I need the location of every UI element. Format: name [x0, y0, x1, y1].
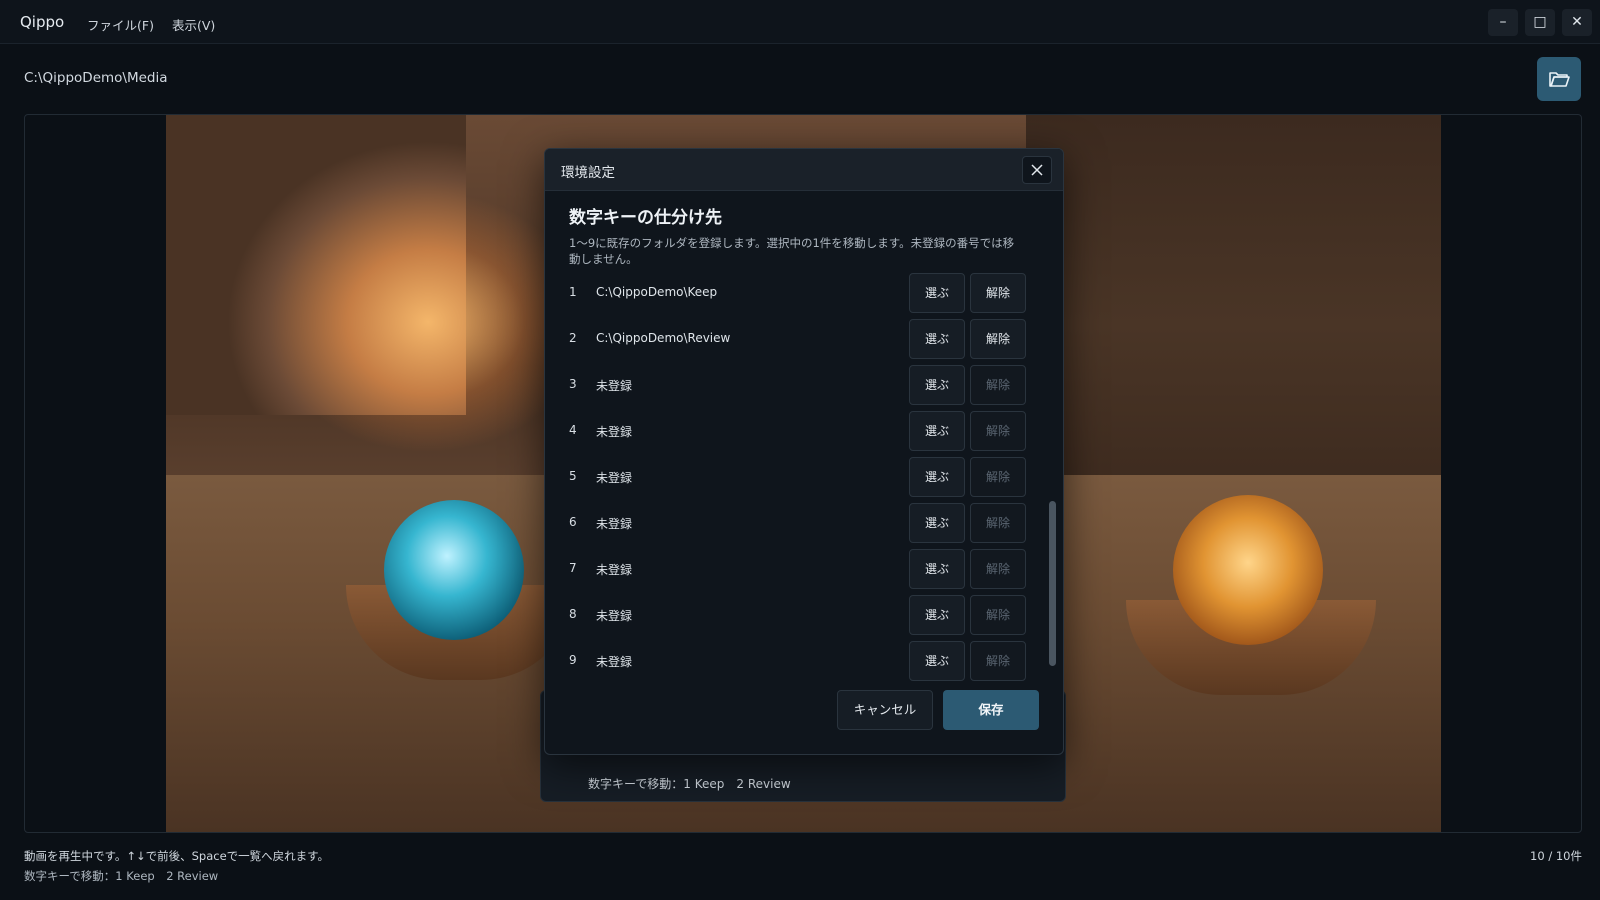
clear-folder-button: 解除	[970, 641, 1026, 681]
scrollbar-thumb[interactable]	[1049, 501, 1056, 666]
menu-view[interactable]: 表示(V)	[172, 15, 215, 34]
slot-row-2: 2 C:\QippoDemo\Review 選ぶ 解除	[569, 319, 1027, 359]
choose-folder-button[interactable]: 選ぶ	[909, 365, 965, 405]
image-marble-orange	[1173, 495, 1323, 645]
clear-folder-button: 解除	[970, 457, 1026, 497]
slot-path: 未登録	[596, 563, 633, 577]
slot-row-1: 1 C:\QippoDemo\Keep 選ぶ 解除	[569, 273, 1027, 313]
dialog-header: 環境設定	[545, 149, 1063, 191]
choose-folder-button[interactable]: 選ぶ	[909, 411, 965, 451]
slot-path: C:\QippoDemo\Review	[596, 331, 731, 345]
slot-number: 3	[569, 377, 577, 391]
open-folder-button[interactable]	[1537, 57, 1581, 101]
player-key-hint: 数字キーで移動：1 Keep 2 Review	[588, 777, 791, 791]
image-window-light	[166, 115, 466, 415]
slot-path: 未登録	[596, 379, 633, 393]
slot-number: 2	[569, 331, 577, 345]
slot-row-5: 5 未登録 選ぶ 解除	[569, 457, 1027, 497]
save-button[interactable]: 保存	[943, 690, 1039, 730]
maximize-button[interactable]: □	[1525, 9, 1555, 36]
dialog-title: 環境設定	[561, 165, 615, 181]
slot-row-9: 9 未登録 選ぶ 解除	[569, 641, 1027, 681]
title-bar: Qippo ファイル(F) 表示(V) – □ ✕	[0, 0, 1600, 44]
choose-folder-button[interactable]: 選ぶ	[909, 457, 965, 497]
choose-folder-button[interactable]: 選ぶ	[909, 595, 965, 635]
slot-number: 4	[569, 423, 577, 437]
app-title: Qippo	[20, 13, 65, 31]
slot-number: 6	[569, 515, 577, 529]
clear-folder-button: 解除	[970, 503, 1026, 543]
item-count: 10 / 10件	[1530, 849, 1582, 863]
clear-folder-button: 解除	[970, 411, 1026, 451]
maximize-icon: □	[1533, 14, 1547, 30]
clear-folder-button[interactable]: 解除	[970, 273, 1026, 313]
choose-folder-button[interactable]: 選ぶ	[909, 549, 965, 589]
section-title: 数字キーの仕分け先	[569, 208, 722, 228]
clear-folder-button: 解除	[970, 549, 1026, 589]
status-text: 動画を再生中です。↑↓で前後、Spaceで一覧へ戻れます。	[24, 849, 330, 863]
choose-folder-button[interactable]: 選ぶ	[909, 273, 965, 313]
close-icon	[1031, 164, 1043, 176]
footer-key-hint: 数字キーで移動：1 Keep 2 Review	[24, 869, 219, 883]
menu-file[interactable]: ファイル(F)	[87, 15, 154, 34]
slot-row-8: 8 未登録 選ぶ 解除	[569, 595, 1027, 635]
close-window-button[interactable]: ✕	[1562, 9, 1592, 36]
cancel-button[interactable]: キャンセル	[837, 690, 933, 730]
choose-folder-button[interactable]: 選ぶ	[909, 319, 965, 359]
settings-dialog: 環境設定 数字キーの仕分け先 1〜9に既存のフォルダを登録します。選択中の1件を…	[544, 148, 1064, 755]
clear-folder-button: 解除	[970, 365, 1026, 405]
image-shelf	[1026, 115, 1441, 535]
minimize-button[interactable]: –	[1488, 9, 1518, 36]
image-marble-blue	[384, 500, 524, 640]
slot-row-7: 7 未登録 選ぶ 解除	[569, 549, 1027, 589]
current-folder-path: C:\QippoDemo\Media	[24, 70, 168, 86]
slot-number: 5	[569, 469, 577, 483]
folder-open-icon	[1549, 72, 1570, 87]
slot-number: 8	[569, 607, 577, 621]
choose-folder-button[interactable]: 選ぶ	[909, 641, 965, 681]
clear-folder-button: 解除	[970, 595, 1026, 635]
slot-path: C:\QippoDemo\Keep	[596, 285, 718, 299]
slot-path: 未登録	[596, 655, 633, 669]
dialog-close-button[interactable]	[1022, 156, 1052, 184]
slot-number: 1	[569, 285, 577, 299]
choose-folder-button[interactable]: 選ぶ	[909, 503, 965, 543]
close-icon: ✕	[1571, 14, 1583, 30]
slot-row-3: 3 未登録 選ぶ 解除	[569, 365, 1027, 405]
slot-number: 7	[569, 561, 577, 575]
slot-path: 未登録	[596, 471, 633, 485]
slot-row-4: 4 未登録 選ぶ 解除	[569, 411, 1027, 451]
minimize-icon: –	[1499, 14, 1507, 30]
section-description: 1〜9に既存のフォルダを登録します。選択中の1件を移動します。未登録の番号では移…	[569, 236, 1015, 266]
slot-path: 未登録	[596, 425, 633, 439]
clear-folder-button[interactable]: 解除	[970, 319, 1026, 359]
slot-row-6: 6 未登録 選ぶ 解除	[569, 503, 1027, 543]
slot-path: 未登録	[596, 517, 633, 531]
slot-path: 未登録	[596, 609, 633, 623]
slot-number: 9	[569, 653, 577, 667]
